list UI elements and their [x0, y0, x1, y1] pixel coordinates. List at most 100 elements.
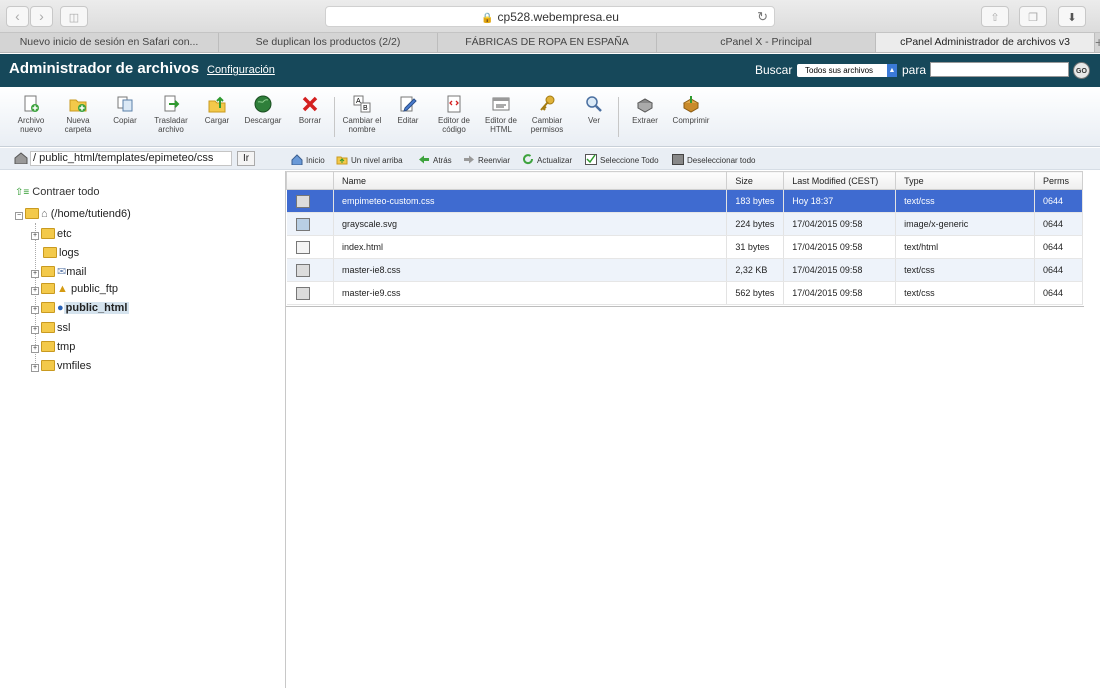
- file-name[interactable]: index.html: [333, 235, 728, 259]
- extract-button[interactable]: Extraer: [622, 95, 668, 125]
- rename-button[interactable]: AB Cambiar el nombre: [339, 95, 385, 134]
- upload-button[interactable]: Cargar: [194, 95, 240, 125]
- collapse-label: Contraer todo: [32, 186, 100, 198]
- new-folder-button[interactable]: Nueva carpeta: [55, 95, 101, 134]
- deselect-all-button[interactable]: Deseleccionar todo: [672, 154, 755, 165]
- tabs-overview-button[interactable]: ❐: [1019, 6, 1047, 27]
- action-label: Inicio: [306, 156, 325, 165]
- share-button[interactable]: ⇧: [981, 6, 1009, 27]
- edit-button[interactable]: Editar: [385, 95, 431, 125]
- settings-link[interactable]: Configuración: [207, 64, 275, 76]
- folder-icon: [41, 302, 55, 313]
- back-button[interactable]: ‹: [6, 6, 29, 27]
- magnifier-icon: [586, 96, 602, 112]
- sidebar-toggle-button[interactable]: ◫: [60, 6, 88, 27]
- browser-tab[interactable]: Nuevo inicio de sesión en Safari con...: [0, 33, 219, 52]
- refresh-button[interactable]: Actualizar: [522, 154, 572, 165]
- chevron-right-icon: ›: [39, 8, 44, 24]
- reload-icon[interactable]: ↻: [757, 7, 768, 27]
- new-tab-button[interactable]: +: [1095, 33, 1100, 52]
- tree-item-mail[interactable]: + ✉mail: [31, 265, 86, 278]
- file-name[interactable]: grayscale.svg: [333, 212, 728, 236]
- folder-icon: [41, 266, 55, 277]
- home-button[interactable]: Inicio: [291, 154, 325, 165]
- new-folder-icon: [69, 99, 87, 112]
- action-label: Un nivel arriba: [351, 156, 403, 165]
- svg-text:B: B: [363, 105, 368, 112]
- tool-label: Nueva carpeta: [64, 116, 92, 134]
- column-header-size[interactable]: Size: [726, 171, 785, 190]
- file-size: 31 bytes: [726, 235, 785, 259]
- browser-toolbar: ‹ › ◫ 🔒 cp528.webempresa.eu ↻ ⇧ ❐ ⬇: [0, 0, 1100, 33]
- html-editor-button[interactable]: Editor de HTML: [478, 95, 524, 134]
- search-scope-select[interactable]: Todos sus archivos ▲: [797, 64, 897, 77]
- file-size: 2,32 KB: [726, 258, 785, 282]
- file-name[interactable]: master-ie8.css: [333, 258, 728, 282]
- up-level-button[interactable]: Un nivel arriba: [336, 154, 403, 165]
- action-label: Reenviar: [478, 156, 511, 165]
- tree-item-public-ftp[interactable]: + ▲ public_ftp: [31, 283, 118, 295]
- tree-root-label: (/home/tutiend6): [50, 208, 131, 220]
- chevron-down-icon: ▲: [887, 64, 897, 77]
- column-header-name[interactable]: Name: [332, 171, 728, 190]
- file-toolbar: Archivo nuevo Nueva carpeta Copiar Trasl…: [0, 87, 1100, 147]
- table-row[interactable]: master-ie8.css 2,32 KB 17/04/2015 09:58 …: [286, 258, 1084, 282]
- browser-tab[interactable]: cPanel X - Principal: [657, 33, 876, 52]
- file-perms: 0644: [1034, 189, 1084, 213]
- tree-item-ssl[interactable]: + ssl: [31, 322, 70, 334]
- forward-nav-button[interactable]: Reenviar: [463, 154, 510, 165]
- browser-tab[interactable]: Se duplican los productos (2/2): [219, 33, 438, 52]
- file-perms: 0644: [1034, 258, 1084, 282]
- new-file-button[interactable]: Archivo nuevo: [8, 95, 54, 134]
- tree-item-vmfiles[interactable]: + vmfiles: [31, 360, 91, 372]
- path-go-button[interactable]: Ir: [237, 151, 255, 166]
- tree-item-label: mail: [66, 266, 87, 278]
- delete-button[interactable]: Borrar: [287, 95, 333, 125]
- table-row[interactable]: master-ie9.css 562 bytes 17/04/2015 09:5…: [286, 281, 1084, 305]
- table-row[interactable]: empimeteo-custom.css 183 bytes Hoy 18:37…: [286, 189, 1084, 213]
- browser-tab[interactable]: FÁBRICAS DE ROPA EN ESPAÑA: [438, 33, 657, 52]
- tool-label: Cargar: [204, 116, 230, 125]
- tree-item-public-html[interactable]: + ● public_html: [31, 302, 130, 314]
- tree-item-logs[interactable]: logs: [43, 247, 79, 259]
- tree-root[interactable]: − ⌂ (/home/tutiend6): [15, 208, 131, 220]
- browser-tab-active[interactable]: cPanel Administrador de archivos v3: [876, 33, 1095, 52]
- tree-item-tmp[interactable]: + tmp: [31, 341, 75, 353]
- copy-icon: [117, 96, 133, 112]
- expand-toggle-icon: +: [31, 306, 39, 314]
- file-size: 224 bytes: [726, 212, 785, 236]
- change-permissions-button[interactable]: Cambiar permisos: [524, 95, 570, 134]
- path-bar: / public_html/templates/epimeteo/css Ir: [0, 148, 284, 170]
- css-file-icon: [295, 263, 310, 277]
- file-name[interactable]: empimeteo-custom.css: [333, 189, 728, 213]
- file-name[interactable]: master-ie9.css: [333, 281, 728, 305]
- view-button[interactable]: Ver: [571, 95, 617, 125]
- tree-item-etc[interactable]: + etc: [31, 228, 72, 240]
- download-button[interactable]: Descargar: [240, 95, 286, 125]
- search-go-button[interactable]: GO: [1073, 62, 1090, 79]
- downloads-button[interactable]: ⬇: [1058, 6, 1086, 27]
- table-row[interactable]: index.html 31 bytes 17/04/2015 09:58 tex…: [286, 235, 1084, 259]
- column-header-type[interactable]: Type: [895, 171, 1035, 190]
- move-file-button[interactable]: Trasladar archivo: [148, 95, 194, 134]
- table-row[interactable]: grayscale.svg 224 bytes 17/04/2015 09:58…: [286, 212, 1084, 236]
- toolbar-divider: [334, 97, 335, 137]
- column-header-perms[interactable]: Perms: [1033, 171, 1084, 190]
- folder-icon: [41, 341, 55, 352]
- path-input[interactable]: / public_html/templates/epimeteo/css: [30, 151, 232, 166]
- arrow-left-icon: [419, 155, 429, 164]
- collapse-all-button[interactable]: ⇧≡ Contraer todo: [15, 186, 100, 198]
- column-header-modified[interactable]: Last Modified (CEST): [783, 171, 897, 190]
- search-scope-value: Todos sus archivos: [805, 66, 874, 75]
- action-label: Atrás: [433, 156, 452, 165]
- search-input[interactable]: [930, 62, 1069, 77]
- compress-button[interactable]: Comprimir: [668, 95, 714, 125]
- back-nav-button[interactable]: Atrás: [418, 154, 452, 165]
- address-bar[interactable]: 🔒 cp528.webempresa.eu ↻: [325, 6, 775, 27]
- page-title: Administrador de archivos: [9, 60, 200, 77]
- code-editor-button[interactable]: Editor de código: [431, 95, 477, 134]
- copy-button[interactable]: Copiar: [102, 95, 148, 125]
- select-all-button[interactable]: Seleccione Todo: [585, 154, 659, 165]
- home-path-icon: [14, 152, 28, 164]
- forward-button[interactable]: ›: [30, 6, 53, 27]
